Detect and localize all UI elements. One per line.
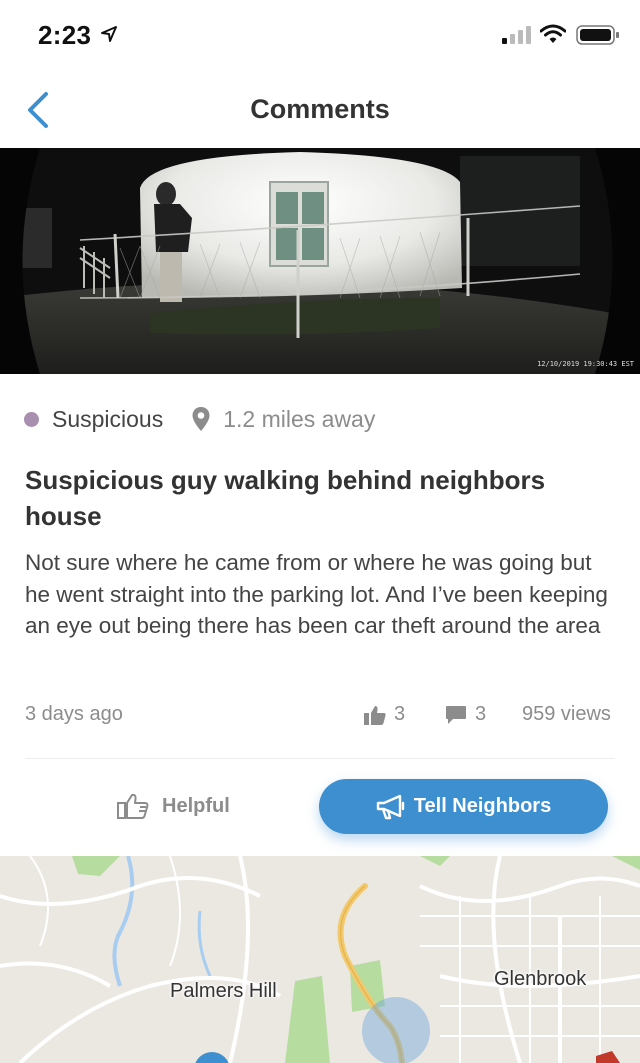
tell-neighbors-label: Tell Neighbors <box>413 795 552 817</box>
map-pin-icon <box>192 407 210 431</box>
thumbs-up-outline-icon <box>117 793 149 819</box>
video-timestamp: 12/10/2019 19:30:43 EST <box>537 360 634 368</box>
status-time: 2:23 <box>38 20 92 50</box>
map-label-glenbrook: Glenbrook <box>494 968 587 990</box>
map-label-palmers-hill: Palmers Hill <box>170 980 277 1002</box>
status-bar: 2:23 <box>0 0 640 72</box>
post-body: Not sure where he came from or where he … <box>25 550 608 638</box>
divider <box>25 758 615 759</box>
location-arrow-icon <box>101 26 117 42</box>
comments-value: 3 <box>475 703 487 725</box>
helpful-button[interactable]: Helpful <box>116 786 230 826</box>
nav-bar: Comments <box>0 72 640 148</box>
post-stats: 3 days ago 3 3 959 views <box>25 700 615 730</box>
post-title: Suspicious guy walking behind neighbors … <box>25 465 546 531</box>
views-count: 959 views <box>522 703 611 725</box>
video-thumbnail[interactable]: 12/10/2019 19:30:43 EST <box>0 148 640 374</box>
helpful-label: Helpful <box>162 794 230 817</box>
comments-count: 3 <box>445 703 486 726</box>
thumbs-up-icon <box>364 705 386 725</box>
category-dot <box>24 411 39 427</box>
comment-bubble-icon <box>446 705 466 724</box>
distance-label: 1.2 miles away <box>223 405 376 432</box>
likes-value: 3 <box>394 703 406 725</box>
signal-icon <box>502 26 531 44</box>
tell-neighbors-button[interactable]: Tell Neighbors <box>319 779 608 834</box>
post-time: 3 days ago <box>25 703 123 725</box>
map-image <box>0 856 640 1063</box>
megaphone-icon <box>376 794 404 819</box>
category-label: Suspicious <box>52 405 164 432</box>
likes-count: 3 <box>364 703 405 726</box>
wifi-icon <box>540 24 566 43</box>
video-frame-image <box>0 148 640 374</box>
page-title: Comments <box>250 94 390 124</box>
map-view[interactable] <box>0 856 640 1063</box>
post-meta: Suspicious 1.2 miles away <box>24 404 375 434</box>
battery-icon <box>576 25 619 45</box>
